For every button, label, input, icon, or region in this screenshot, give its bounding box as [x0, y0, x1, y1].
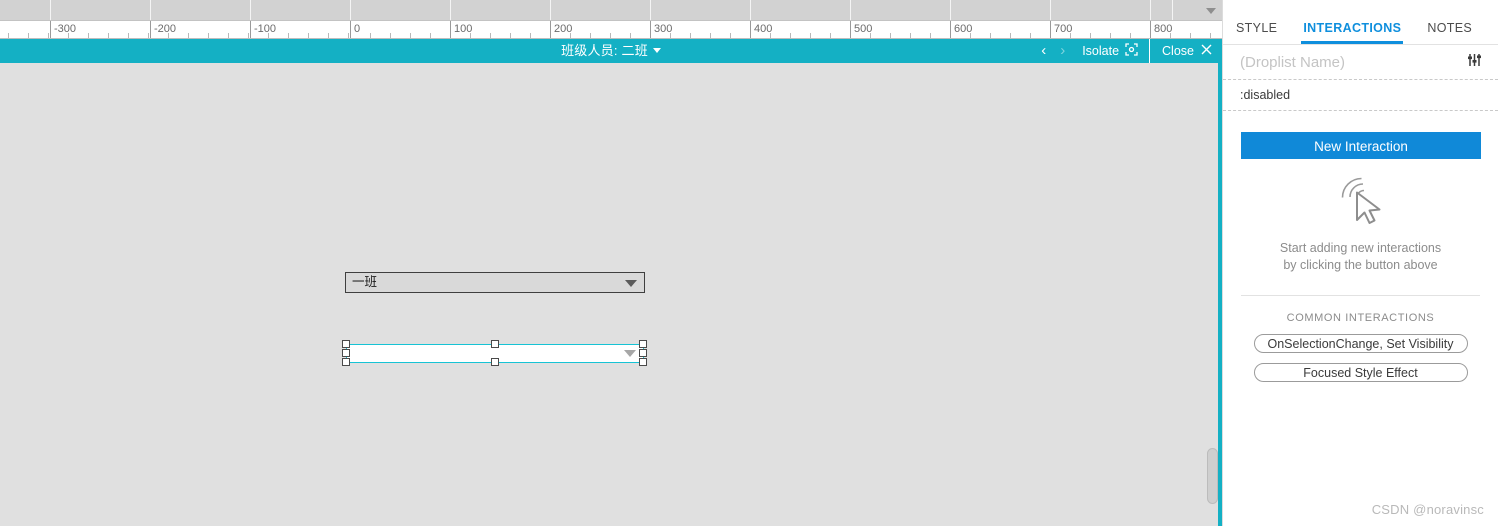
ruler-major-tick [950, 21, 951, 38]
common-interactions-heading: COMMON INTERACTIONS [1286, 312, 1435, 324]
isolate-button[interactable]: Isolate [1072, 39, 1151, 63]
ruler-tick-label: 400 [754, 23, 773, 35]
empty-state-line-2: by clicking the button above [1283, 258, 1438, 272]
close-isolate-button[interactable]: Close [1150, 39, 1222, 63]
isolate-frame-icon [1125, 43, 1138, 59]
resize-handle-middle-right[interactable] [639, 349, 647, 357]
selection-frame [342, 340, 647, 366]
isolate-title-text: 班级人员: 二班 [561, 43, 648, 58]
ruler-major-tick [250, 21, 251, 38]
widget-state-row[interactable]: :disabled [1223, 80, 1498, 111]
caret-down-icon [652, 48, 661, 53]
ruler-tick-label: 700 [1054, 23, 1073, 35]
tab-style[interactable]: STYLE [1236, 21, 1277, 44]
isolate-next-button[interactable]: › [1053, 39, 1072, 63]
horizontal-ruler[interactable]: -300 -200 -100 0 100 200 300 400 500 600 700 800 [0, 21, 1222, 39]
app-root: -300 -200 -100 0 100 200 300 400 500 600 700 800 班级… [0, 0, 1498, 526]
ruler-minor-ticks [0, 33, 1222, 38]
widget-name-row [1223, 45, 1498, 80]
ruler-major-tick [650, 21, 651, 38]
isolate-prev-button[interactable]: ‹ [1034, 39, 1053, 63]
resize-handle-top-right[interactable] [639, 340, 647, 348]
ruler-major-tick [850, 21, 851, 38]
isolate-mode-bar: 班级人员: 二班 ‹ › Isolate Close [0, 39, 1222, 63]
watermark: CSDN @noravinsc [1371, 502, 1484, 517]
close-label: Close [1162, 44, 1194, 58]
isolate-bar-actions: ‹ › Isolate Close [1034, 39, 1222, 63]
ruler-tick-label: 500 [854, 23, 873, 35]
ruler-tick-label: 0 [354, 23, 361, 35]
resize-handle-bottom-right[interactable] [639, 358, 647, 366]
ruler-tick-label: -100 [254, 23, 277, 35]
canvas-editor: -300 -200 -100 0 100 200 300 400 500 600 700 800 班级… [0, 0, 1222, 526]
sliders-icon[interactable] [1467, 53, 1482, 72]
common-interaction-focused-style-effect[interactable]: Focused Style Effect [1253, 363, 1468, 382]
design-canvas[interactable]: 一班 [0, 63, 1222, 526]
resize-handle-middle-left[interactable] [342, 349, 350, 357]
ruler-major-tick [50, 21, 51, 38]
scrollbar-thumb[interactable] [1207, 448, 1218, 504]
ruler-tick-label: 100 [454, 23, 473, 35]
resize-handle-top-left[interactable] [342, 340, 350, 348]
ruler-major-tick [1050, 21, 1051, 38]
caret-down-icon [625, 280, 637, 287]
empty-state-line-1: Start adding new interactions [1279, 241, 1442, 255]
resize-handle-bottom-left[interactable] [342, 358, 350, 366]
click-cursor-icon [1333, 175, 1389, 227]
droplist-name-input[interactable] [1240, 53, 1467, 71]
inspector-panel: STYLE INTERACTIONS NOTES :disabled New I… [1222, 0, 1498, 526]
tab-notes[interactable]: NOTES [1427, 21, 1472, 44]
state-label: :disabled [1240, 88, 1291, 102]
ruler-major-tick [150, 21, 151, 38]
ruler-tick-label: -300 [54, 23, 77, 35]
ruler-tick-label: 200 [554, 23, 573, 35]
canvas-vertical-scrollbar[interactable] [1207, 63, 1218, 526]
empty-state-text: Start adding new interactions by clickin… [1223, 240, 1498, 274]
close-x-icon [1201, 44, 1212, 58]
ruler-tick-label: -200 [154, 23, 177, 35]
ruler-tick-label: 600 [954, 23, 973, 35]
ruler-tick-label: 800 [1154, 23, 1173, 35]
resize-handle-bottom-center[interactable] [491, 358, 499, 366]
isolate-label: Isolate [1082, 44, 1120, 58]
ruler-major-tick [750, 21, 751, 38]
interactions-empty-state: Start adding new interactions by clickin… [1223, 175, 1498, 274]
tab-interactions[interactable]: INTERACTIONS [1301, 21, 1404, 44]
new-interaction-button[interactable]: New Interaction [1241, 132, 1481, 159]
ruler-major-tick [1150, 21, 1151, 38]
ruler-major-tick [350, 21, 351, 38]
droplist-widget-one[interactable]: 一班 [345, 272, 645, 293]
panel-divider [1241, 295, 1480, 296]
top-strip-ticks [0, 0, 1222, 20]
common-interaction-on-selection-change[interactable]: OnSelectionChange, Set Visibility [1253, 334, 1468, 353]
inspector-tabs: STYLE INTERACTIONS NOTES [1223, 0, 1498, 45]
ruler-tick-label: 300 [654, 23, 673, 35]
ruler-major-tick [450, 21, 451, 38]
droplist-one-value: 一班 [352, 275, 378, 289]
ruler-major-tick [550, 21, 551, 38]
top-toolbar-strip [0, 0, 1222, 21]
resize-handle-top-center[interactable] [491, 340, 499, 348]
chevron-down-icon[interactable] [1206, 8, 1216, 14]
